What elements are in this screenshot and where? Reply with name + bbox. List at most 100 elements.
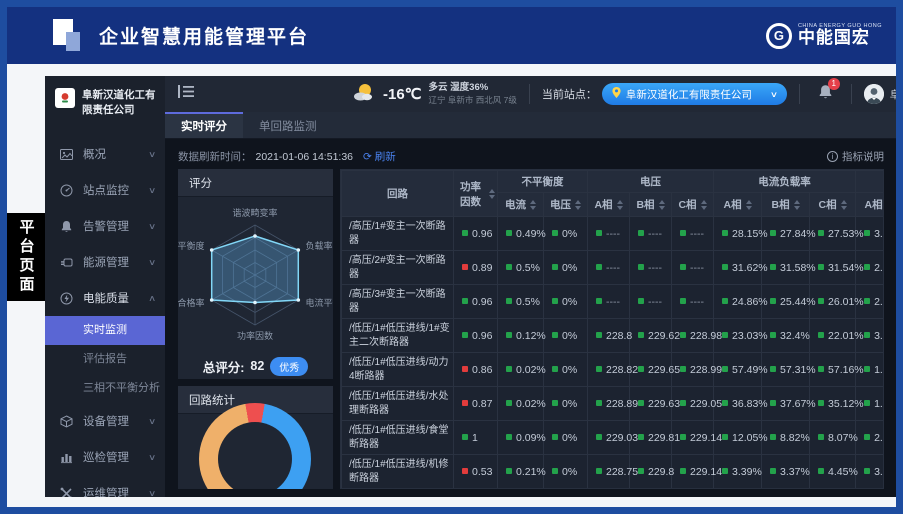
table-cell: ---- [630,285,672,319]
status-dot-green [638,298,644,304]
status-dot-green [596,468,602,474]
circuit-name: /高压/3#变主一次断路器 [342,285,454,319]
platform-page-tag: 平台页面 [7,213,45,301]
table-cell: 229.14 [672,455,714,489]
status-dot-green [722,366,728,372]
table-row[interactable]: /低压/1#低压进线/锅炉断路器0.870.06%0%228.81229.832… [342,489,885,490]
table-row[interactable]: /低压/1#低压进线/机修断路器0.530.21%0%228.75229.822… [342,455,885,489]
col-C相[interactable]: C相 [672,193,714,217]
tab-实时评分[interactable]: 实时评分 [165,112,243,138]
status-dot-green [722,264,728,270]
inspection-icon [59,450,73,464]
tab-单回路监测[interactable]: 单回路监测 [243,112,333,138]
status-dot-green [770,298,776,304]
sidebar-item-运维管理[interactable]: 运维管理∨ [45,475,165,497]
sidebar-subitem-三相不平衡分析[interactable]: 三相不平衡分析 [45,374,165,403]
svg-text:负载率: 负载率 [306,240,333,251]
table-cell: 0% [544,251,588,285]
status-dot-green [506,366,512,372]
table-row[interactable]: /高压/2#变主一次断路器0.890.5%0%------------31.62… [342,251,885,285]
sidebar-item-告警管理[interactable]: 告警管理∨ [45,208,165,244]
score-panel: 评分 谐波畸变率负载率电流平衡功率因数合格率不平衡度 总评分: 82 优秀 [178,169,333,379]
col-power-factor[interactable]: 功率因数 [454,171,498,217]
table-cell: 0.02% [498,387,544,421]
app-window: 阜新汉道化工有限责任公司 概况∨站点监控∨告警管理∨能源管理∨电能质量∧实时监测… [45,76,896,497]
sidebar-item-站点监控[interactable]: 站点监控∨ [45,172,165,208]
chevron-down-icon: ∨ [148,185,156,196]
col-A相[interactable]: A相 [588,193,630,217]
table-cell: ---- [672,285,714,319]
status-dot-green [462,434,468,440]
status-dot-green [722,298,728,304]
status-dot-green [552,230,558,236]
table-cell: 0.5% [498,285,544,319]
indicator-help-link[interactable]: i 指标说明 [827,149,884,164]
status-dot-green [818,400,824,406]
user-name[interactable]: 阜新汉道化工有限责任公司 [890,87,896,102]
refresh-button[interactable]: ⟳ 刷新 [363,149,396,164]
chevron-down-icon: ∨ [148,257,156,268]
status-dot-red [462,468,468,474]
table-cell: 35.12% [810,387,856,421]
table-row[interactable]: /低压/1#低压进线/食堂断路器10.09%0%229.03229.81229.… [342,421,885,455]
col-B相[interactable]: B相 [762,193,810,217]
sidebar-item-电能质量[interactable]: 电能质量∧ [45,280,165,316]
table-row[interactable]: /低压/1#低压进线/动力4断路器0.860.02%0%228.82229.65… [342,353,885,387]
status-dot-red [462,264,468,270]
status-dot-green [596,230,602,236]
status-dot-green [638,230,644,236]
table-cell: 0.02% [498,353,544,387]
avatar[interactable] [864,84,884,104]
table-row[interactable]: /低压/1#低压进线/水处理断路器0.870.02%0%228.89229.63… [342,387,885,421]
col-C相[interactable]: C相 [810,193,856,217]
table-row[interactable]: /低压/1#低压进线/1#变主二次断路器0.960.12%0%228.8229.… [342,319,885,353]
col-B相[interactable]: B相 [630,193,672,217]
total-score-value: 82 [250,359,264,373]
chevron-down-icon: ∨ [148,221,156,232]
col-A相[interactable]: A相 [714,193,762,217]
status-dot-green [722,332,728,338]
sidebar-item-巡检管理[interactable]: 巡检管理∨ [45,439,165,475]
status-dot-green [818,298,824,304]
sort-icon [659,200,665,210]
sidebar-subitem-评估报告[interactable]: 评估报告 [45,345,165,374]
status-dot-green [596,298,602,304]
table-cell: 3.37% [762,455,810,489]
svg-text:功率因数: 功率因数 [237,330,273,341]
col-电流[interactable]: 电流 [498,193,544,217]
site-selector[interactable]: 阜新汉道化工有限责任公司 ∨ [602,83,787,105]
radar-chart: 谐波畸变率负载率电流平衡功率因数合格率不平衡度 [178,197,333,353]
status-dot-green [552,332,558,338]
monitor-icon [59,183,73,197]
status-dot-green [506,264,512,270]
table-cell: 228.82 [588,353,630,387]
sidebar-item-设备管理[interactable]: 设备管理∨ [45,403,165,439]
info-icon: i [827,151,838,162]
total-score-label: 总评分: [203,357,245,376]
collapse-sidebar-icon[interactable] [178,85,194,103]
status-dot-green [552,434,558,440]
col-电压[interactable]: 电压 [544,193,588,217]
status-dot-green [506,230,512,236]
table-cell: 27.53% [810,217,856,251]
chevron-down-icon: ∨ [148,488,156,497]
table-cell: 4.45% [810,455,856,489]
sidebar-item-概况[interactable]: 概况∨ [45,136,165,172]
company-logo-icon [55,88,75,108]
table-row[interactable]: /高压/3#变主一次断路器0.960.5%0%------------24.86… [342,285,885,319]
table-cell: 57.16% [810,353,856,387]
sidebar-item-能源管理[interactable]: 能源管理∨ [45,244,165,280]
table-cell: 8.07% [810,421,856,455]
table-cell: ---- [588,251,630,285]
col-A相[interactable]: A相 [856,193,884,217]
status-dot-green [818,332,824,338]
table-cell: 31.62% [714,251,762,285]
status-dot-green [680,400,686,406]
status-dot-green [552,468,558,474]
sidebar-subitem-实时监测[interactable]: 实时监测 [45,316,165,345]
table-cell: 25.44% [762,285,810,319]
table-row[interactable]: /高压/1#变主一次断路器0.960.49%0%------------28.1… [342,217,885,251]
notifications-button[interactable]: 1 [818,84,833,105]
table-cell: 0.5% [498,251,544,285]
status-dot-green [462,230,468,236]
